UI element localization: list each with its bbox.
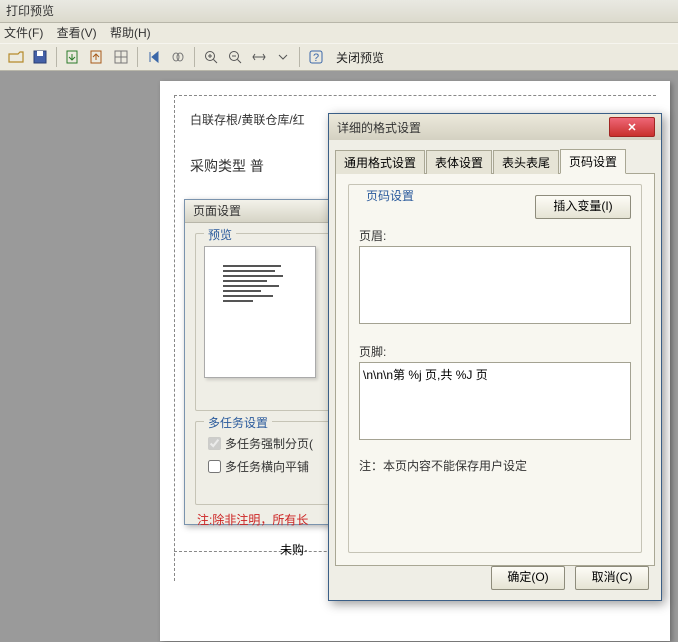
multitask-group-label: 多任务设置 [204, 414, 272, 431]
force-paging-label: 多任务强制分页( [225, 435, 313, 452]
close-icon[interactable]: ✕ [609, 117, 655, 137]
format-dialog-titlebar[interactable]: 详细的格式设置 ✕ [329, 114, 661, 140]
page-footer-label: 页脚: [359, 343, 631, 360]
open-icon[interactable] [7, 48, 25, 66]
format-tabs: 通用格式设置 表体设置 表头表尾 页码设置 [335, 148, 655, 174]
preview-canvas: 白联存根/黄联仓库/红 采购类型 普 未购· 页面设置 预览 多任务设置 多任务… [0, 71, 678, 642]
zoom-out-icon[interactable] [226, 48, 244, 66]
ok-button[interactable]: 确定(O) [491, 566, 565, 590]
page-header-label: 页眉: [359, 227, 631, 244]
menu-view[interactable]: 查看(V) [57, 26, 97, 40]
chevron-down-icon[interactable] [274, 48, 292, 66]
first-page-icon[interactable] [145, 48, 163, 66]
page-thumbnail [204, 246, 316, 378]
export-icon[interactable] [64, 48, 82, 66]
zoom-in-icon[interactable] [202, 48, 220, 66]
menu-help[interactable]: 帮助(H) [110, 26, 151, 40]
menu-bar: 文件(F) 查看(V) 帮助(H) [0, 23, 678, 43]
tab-page-number[interactable]: 页码设置 [560, 149, 626, 174]
fit-width-icon[interactable] [250, 48, 268, 66]
svg-text:?: ? [313, 52, 319, 64]
insert-variable-button[interactable]: 插入变量(I) [535, 195, 631, 219]
page-number-hint: 注：本页内容不能保存用户设定 [359, 457, 631, 474]
link-icon[interactable] [169, 48, 187, 66]
page-footer-input[interactable] [359, 362, 631, 440]
grid-icon[interactable] [112, 48, 130, 66]
tab-panel-page-number: 页码设置 插入变量(I) 页眉: 页脚: 注：本页内容不能保存用户设定 [335, 174, 655, 566]
format-detail-dialog: 详细的格式设置 ✕ 通用格式设置 表体设置 表头表尾 页码设置 页码设置 插入变… [328, 113, 662, 601]
tab-general[interactable]: 通用格式设置 [335, 150, 425, 174]
format-dialog-title: 详细的格式设置 [337, 119, 421, 136]
help-icon[interactable]: ? [307, 48, 325, 66]
cancel-button[interactable]: 取消(C) [575, 566, 649, 590]
preview-group-label: 预览 [204, 226, 236, 243]
menu-file[interactable]: 文件(F) [4, 26, 43, 40]
toolbar: ? 关闭预览 [0, 43, 678, 71]
close-preview-button[interactable]: 关闭预览 [336, 49, 384, 66]
page-footer-text: 未购· [280, 541, 308, 558]
main-window-title: 打印预览 [0, 0, 678, 23]
page-number-fieldset-label: 页码设置 [363, 187, 417, 204]
import-icon[interactable] [88, 48, 106, 66]
tab-header-footer[interactable]: 表头表尾 [493, 150, 559, 174]
page-header-input[interactable] [359, 246, 631, 324]
save-icon[interactable] [31, 48, 49, 66]
tab-font[interactable]: 表体设置 [426, 150, 492, 174]
tile-horizontal-label: 多任务横向平铺 [225, 458, 309, 475]
